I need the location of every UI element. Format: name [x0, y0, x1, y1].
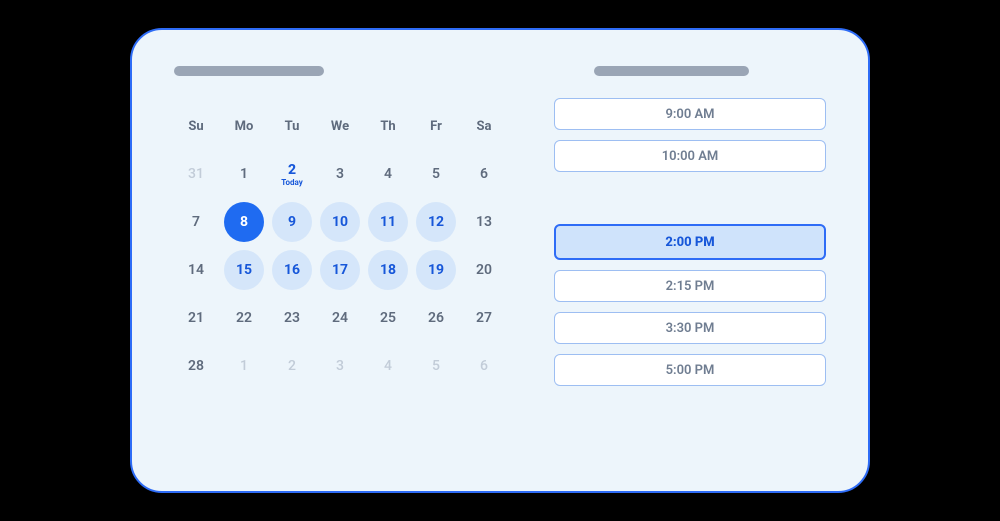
calendar-day: 31 — [176, 154, 216, 194]
calendar-day-number: 11 — [380, 214, 396, 230]
calendar-day-number: 3 — [336, 358, 344, 374]
calendar-day[interactable]: 18 — [368, 250, 408, 290]
calendar-day[interactable]: 4 — [368, 154, 408, 194]
calendar-day-number: 6 — [480, 166, 488, 182]
calendar-day[interactable]: 20 — [464, 250, 504, 290]
day-of-week-header: Tu — [285, 119, 300, 134]
calendar-day-number: 27 — [476, 310, 492, 326]
time-slot[interactable]: 5:00 PM — [554, 354, 826, 386]
calendar-day: 5 — [416, 346, 456, 386]
day-of-week-header: Sa — [477, 119, 492, 134]
calendar-day[interactable]: 14 — [176, 250, 216, 290]
calendar-day-selected[interactable]: 8 — [224, 202, 264, 242]
calendar-day-number: 17 — [332, 262, 348, 278]
day-of-week-header: Su — [188, 119, 203, 134]
time-slot[interactable]: 9:00 AM — [554, 98, 826, 130]
time-slot-selected[interactable]: 2:00 PM — [554, 224, 826, 260]
calendar-day[interactable]: 19 — [416, 250, 456, 290]
day-of-week-header: Mo — [235, 119, 254, 134]
calendar-day[interactable]: 10 — [320, 202, 360, 242]
calendar-day-number: 6 — [480, 358, 488, 374]
calendar-day-number: 4 — [384, 166, 392, 182]
calendar-day[interactable]: 12 — [416, 202, 456, 242]
timeslot-column: 9:00 AM 10:00 AM 2:00 PM 2:15 PM 3:30 PM 5:00… — [554, 66, 826, 463]
calendar-day-number: 16 — [284, 262, 300, 278]
calendar-day-number: 4 — [384, 358, 392, 374]
calendar-day-today[interactable]: 2Today — [272, 154, 312, 194]
scheduler-card: SuMoTuWeThFrSa3112Today34567891011121314… — [130, 28, 870, 493]
time-slot[interactable]: 2:15 PM — [554, 270, 826, 302]
calendar-day: 6 — [464, 346, 504, 386]
calendar-day-number: 18 — [380, 262, 396, 278]
calendar-day-number: 24 — [332, 310, 348, 326]
calendar-day-number: 14 — [188, 262, 204, 278]
calendar-day[interactable]: 1 — [224, 154, 264, 194]
today-label: Today — [281, 178, 303, 187]
calendar-day[interactable]: 26 — [416, 298, 456, 338]
calendar-day-number: 1 — [240, 166, 248, 182]
calendar-day[interactable]: 25 — [368, 298, 408, 338]
calendar-day-number: 25 — [380, 310, 396, 326]
calendar-day-number: 22 — [236, 310, 252, 326]
timeslot-title-placeholder — [594, 66, 749, 76]
calendar-day-number: 21 — [188, 310, 204, 326]
day-of-week-header: Fr — [430, 119, 442, 134]
calendar-day[interactable]: 6 — [464, 154, 504, 194]
calendar-day[interactable]: 7 — [176, 202, 216, 242]
calendar-day-number: 10 — [332, 214, 348, 230]
calendar-day-number: 1 — [240, 358, 248, 374]
calendar-day-number: 8 — [240, 214, 248, 230]
calendar-column: SuMoTuWeThFrSa3112Today34567891011121314… — [174, 66, 504, 463]
day-of-week-header: Th — [380, 119, 395, 134]
slot-group-gap — [554, 182, 826, 214]
calendar-day-number: 26 — [428, 310, 444, 326]
calendar-day[interactable]: 21 — [176, 298, 216, 338]
calendar-day-number: 9 — [288, 214, 296, 230]
calendar-day-number: 28 — [188, 358, 204, 374]
calendar-day-number: 5 — [432, 358, 440, 374]
day-of-week-header: We — [331, 119, 349, 134]
calendar-day-number: 3 — [336, 166, 344, 182]
calendar-day-number: 31 — [188, 166, 204, 182]
calendar-day-number: 5 — [432, 166, 440, 182]
calendar-day[interactable]: 9 — [272, 202, 312, 242]
time-slot[interactable]: 3:30 PM — [554, 312, 826, 344]
time-slot[interactable]: 10:00 AM — [554, 140, 826, 172]
calendar-day[interactable]: 15 — [224, 250, 264, 290]
calendar-day-number: 19 — [428, 262, 444, 278]
calendar-day[interactable]: 22 — [224, 298, 264, 338]
calendar-day-number: 2 — [288, 358, 296, 374]
calendar-day[interactable]: 5 — [416, 154, 456, 194]
calendar-day-number: 7 — [192, 214, 200, 230]
calendar-day[interactable]: 24 — [320, 298, 360, 338]
calendar-day: 2 — [272, 346, 312, 386]
calendar-title-placeholder — [174, 66, 324, 76]
calendar-day[interactable]: 23 — [272, 298, 312, 338]
calendar-day[interactable]: 3 — [320, 154, 360, 194]
calendar-day-number: 20 — [476, 262, 492, 278]
calendar-day-number: 23 — [284, 310, 300, 326]
calendar-day[interactable]: 27 — [464, 298, 504, 338]
calendar-day-number: 2 — [288, 162, 296, 178]
calendar-day: 1 — [224, 346, 264, 386]
calendar-grid: SuMoTuWeThFrSa3112Today34567891011121314… — [174, 104, 504, 388]
calendar-day-number: 13 — [476, 214, 492, 230]
calendar-day-number: 15 — [236, 262, 252, 278]
calendar-day[interactable]: 13 — [464, 202, 504, 242]
calendar-day[interactable]: 28 — [176, 346, 216, 386]
timeslot-list: 9:00 AM 10:00 AM 2:00 PM 2:15 PM 3:30 PM 5:00… — [554, 98, 826, 386]
calendar-day: 3 — [320, 346, 360, 386]
calendar-day: 4 — [368, 346, 408, 386]
calendar-day[interactable]: 16 — [272, 250, 312, 290]
calendar-day[interactable]: 17 — [320, 250, 360, 290]
calendar-day[interactable]: 11 — [368, 202, 408, 242]
calendar-day-number: 12 — [428, 214, 444, 230]
